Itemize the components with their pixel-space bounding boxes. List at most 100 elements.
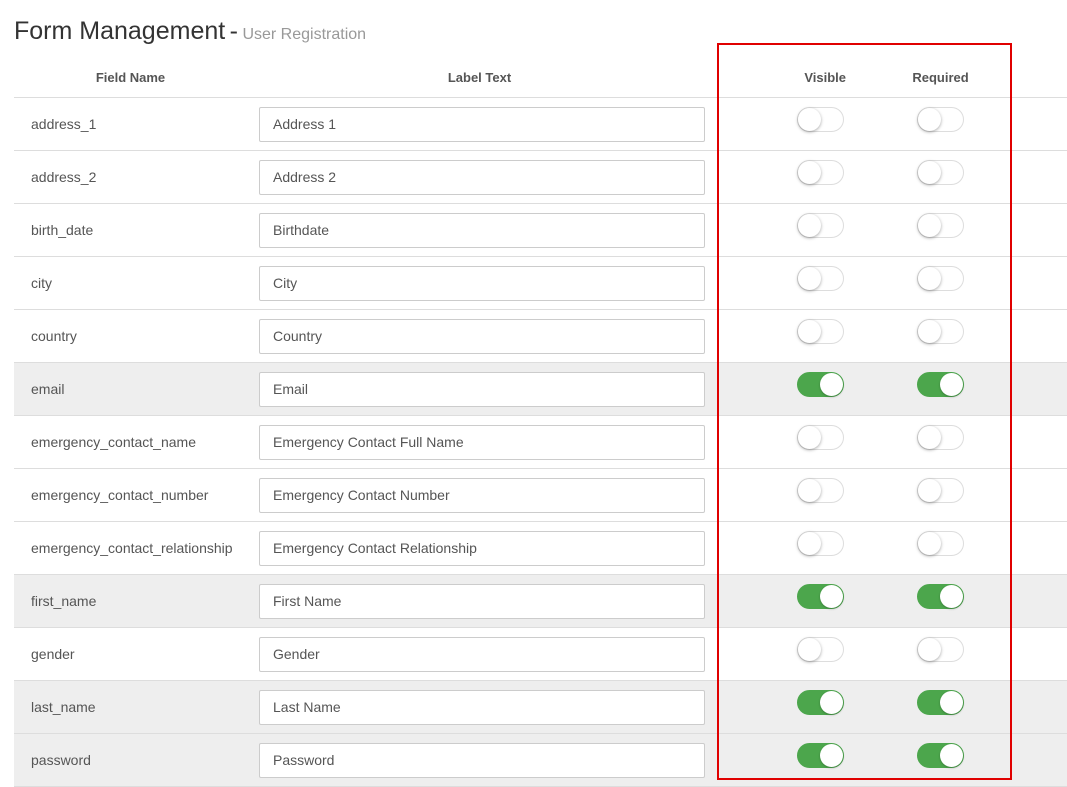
label-text-cell (247, 203, 712, 257)
label-text-cell (247, 468, 712, 522)
label-text-input[interactable] (259, 583, 705, 619)
row-spacer-cell (1029, 97, 1067, 151)
visible-toggle[interactable] (797, 637, 844, 663)
field-name-cell: email (14, 362, 247, 416)
visible-toggle[interactable] (797, 425, 844, 451)
row-spacer-cell (1029, 521, 1067, 575)
row-spacer-cell (1029, 309, 1067, 363)
required-toggle[interactable] (917, 743, 964, 769)
required-toggle[interactable] (917, 160, 964, 186)
toggle-knob (918, 161, 941, 185)
label-text-input[interactable] (259, 265, 705, 301)
label-text-input[interactable] (259, 477, 705, 513)
label-text-input[interactable] (259, 424, 705, 460)
label-text-cell (247, 521, 712, 575)
required-toggle[interactable] (917, 372, 964, 398)
required-toggle-cell (852, 97, 1029, 151)
label-text-input[interactable] (259, 636, 705, 672)
required-toggle[interactable] (917, 478, 964, 504)
required-toggle[interactable] (917, 637, 964, 663)
visible-toggle[interactable] (797, 743, 844, 769)
row-spacer-cell (1029, 468, 1067, 522)
field-name-cell: address_1 (14, 97, 247, 151)
label-text-input[interactable] (259, 689, 705, 725)
visible-toggle[interactable] (797, 213, 844, 239)
required-toggle[interactable] (917, 690, 964, 716)
visible-toggle[interactable] (797, 478, 844, 504)
label-text-cell (247, 309, 712, 363)
field-name-cell: birth_date (14, 203, 247, 257)
required-toggle-cell (852, 203, 1029, 257)
table-row: emergency_contact_relationship (14, 521, 1067, 575)
row-spacer-cell (1029, 680, 1067, 734)
toggle-knob (798, 532, 821, 556)
label-text-cell (247, 415, 712, 469)
visible-toggle-cell (712, 256, 852, 310)
toggle-knob (940, 691, 963, 715)
toggle-knob (918, 532, 941, 556)
label-text-input[interactable] (259, 159, 705, 195)
visible-toggle-cell (712, 150, 852, 204)
table-row: first_name (14, 574, 1067, 628)
required-toggle-cell (852, 468, 1029, 522)
label-text-input[interactable] (259, 530, 705, 566)
visible-toggle-cell (712, 362, 852, 416)
visible-toggle[interactable] (797, 372, 844, 398)
required-toggle-cell (852, 362, 1029, 416)
required-toggle[interactable] (917, 107, 964, 133)
field-name-cell: country (14, 309, 247, 363)
row-spacer-cell (1029, 150, 1067, 204)
visible-toggle[interactable] (797, 531, 844, 557)
table-row: birth_date (14, 203, 1067, 257)
required-toggle[interactable] (917, 266, 964, 292)
required-toggle-cell (852, 256, 1029, 310)
field-name-cell: password (14, 733, 247, 787)
row-spacer-cell (1029, 256, 1067, 310)
toggle-knob (918, 638, 941, 662)
row-spacer-cell (1029, 203, 1067, 257)
field-name-cell: emergency_contact_number (14, 468, 247, 522)
visible-toggle-cell (712, 309, 852, 363)
field-name-cell: emergency_contact_name (14, 415, 247, 469)
toggle-knob (798, 267, 821, 291)
field-name-cell: last_name (14, 680, 247, 734)
page-subtitle: User Registration (242, 26, 367, 43)
label-text-cell (247, 97, 712, 151)
visible-toggle[interactable] (797, 266, 844, 292)
label-text-cell (247, 627, 712, 681)
label-text-input[interactable] (259, 371, 705, 407)
required-toggle[interactable] (917, 584, 964, 610)
label-text-input[interactable] (259, 212, 705, 248)
required-toggle[interactable] (917, 213, 964, 239)
visible-toggle[interactable] (797, 319, 844, 345)
toggle-knob (820, 373, 843, 397)
field-name-cell: gender (14, 627, 247, 681)
required-toggle-cell (852, 521, 1029, 575)
table-row: last_name (14, 680, 1067, 734)
required-toggle[interactable] (917, 319, 964, 345)
required-toggle-cell (852, 680, 1029, 734)
visible-toggle-cell (712, 203, 852, 257)
required-toggle[interactable] (917, 531, 964, 557)
label-text-input[interactable] (259, 318, 705, 354)
toggle-knob (820, 744, 843, 768)
table-row: country (14, 309, 1067, 363)
toggle-knob (798, 161, 821, 185)
toggle-knob (918, 214, 941, 238)
table-row: password (14, 733, 1067, 787)
toggle-knob (798, 214, 821, 238)
toggle-knob (940, 373, 963, 397)
visible-toggle[interactable] (797, 584, 844, 610)
visible-toggle[interactable] (797, 160, 844, 186)
toggle-knob (918, 267, 941, 291)
table-header-row: Field Name Label Text Visible Required (14, 57, 1067, 98)
label-text-input[interactable] (259, 106, 705, 142)
visible-toggle[interactable] (797, 690, 844, 716)
required-toggle-cell (852, 733, 1029, 787)
column-header-spacer (1029, 57, 1067, 98)
label-text-input[interactable] (259, 742, 705, 778)
required-toggle[interactable] (917, 425, 964, 451)
visible-toggle[interactable] (797, 107, 844, 133)
label-text-cell (247, 733, 712, 787)
table-row: emergency_contact_name (14, 415, 1067, 469)
